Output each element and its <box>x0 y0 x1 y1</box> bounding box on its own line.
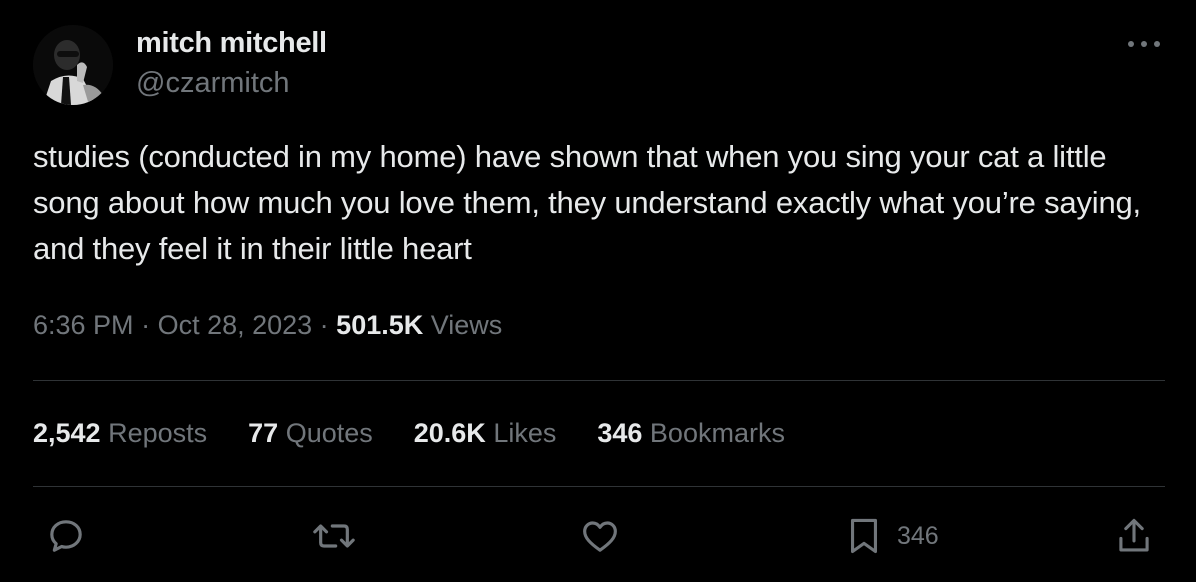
author-display-name[interactable]: mitch mitchell <box>136 27 327 60</box>
repost-icon <box>313 524 355 548</box>
share-icon <box>1119 518 1149 552</box>
bookmarks-count: 346 <box>597 418 643 448</box>
quotes-stat[interactable]: 77 Quotes <box>248 418 373 449</box>
tweet-card: mitch mitchell @czarmitch studies (condu… <box>0 0 1196 582</box>
reply-icon <box>50 520 82 552</box>
tweet-time[interactable]: 6:36 PM <box>33 310 134 340</box>
profile-photo-icon <box>33 25 113 105</box>
reply-button[interactable] <box>46 516 86 556</box>
views-count: 501.5K <box>336 310 424 340</box>
meta-separator: · <box>312 310 337 340</box>
meta-separator: · <box>133 310 158 340</box>
reposts-count: 2,542 <box>33 418 101 448</box>
bookmarks-label: Bookmarks <box>642 418 785 448</box>
quotes-count: 77 <box>248 418 279 448</box>
tweet-meta: 6:36 PM · Oct 28, 2023 · 501.5K Views <box>33 310 502 341</box>
bookmarks-stat[interactable]: 346 Bookmarks <box>597 418 785 449</box>
bookmark-button[interactable]: 346 <box>846 516 939 556</box>
avatar[interactable] <box>33 25 113 105</box>
more-dots-icon <box>1128 41 1160 47</box>
share-button[interactable] <box>1116 516 1152 556</box>
bookmark-icon <box>850 518 878 554</box>
tweet-stats: 2,542 Reposts 77 Quotes 20.6K Likes 346 … <box>33 418 826 449</box>
quotes-label: Quotes <box>278 418 373 448</box>
repost-button[interactable] <box>312 516 356 556</box>
divider <box>33 380 1165 381</box>
likes-stat[interactable]: 20.6K Likes <box>414 418 557 449</box>
reposts-label: Reposts <box>100 418 208 448</box>
like-button[interactable] <box>580 516 620 556</box>
divider <box>33 486 1165 487</box>
tweet-text: studies (conducted in my home) have show… <box>33 139 1141 266</box>
likes-count: 20.6K <box>413 418 486 448</box>
heart-icon <box>583 521 617 552</box>
likes-label: Likes <box>485 418 557 448</box>
tweet-date[interactable]: Oct 28, 2023 <box>158 310 313 340</box>
reposts-stat[interactable]: 2,542 Reposts <box>33 418 207 449</box>
author-handle[interactable]: @czarmitch <box>136 67 290 100</box>
views-label: Views <box>423 310 503 340</box>
bookmark-count: 346 <box>897 521 939 550</box>
more-options-button[interactable] <box>1124 30 1164 58</box>
